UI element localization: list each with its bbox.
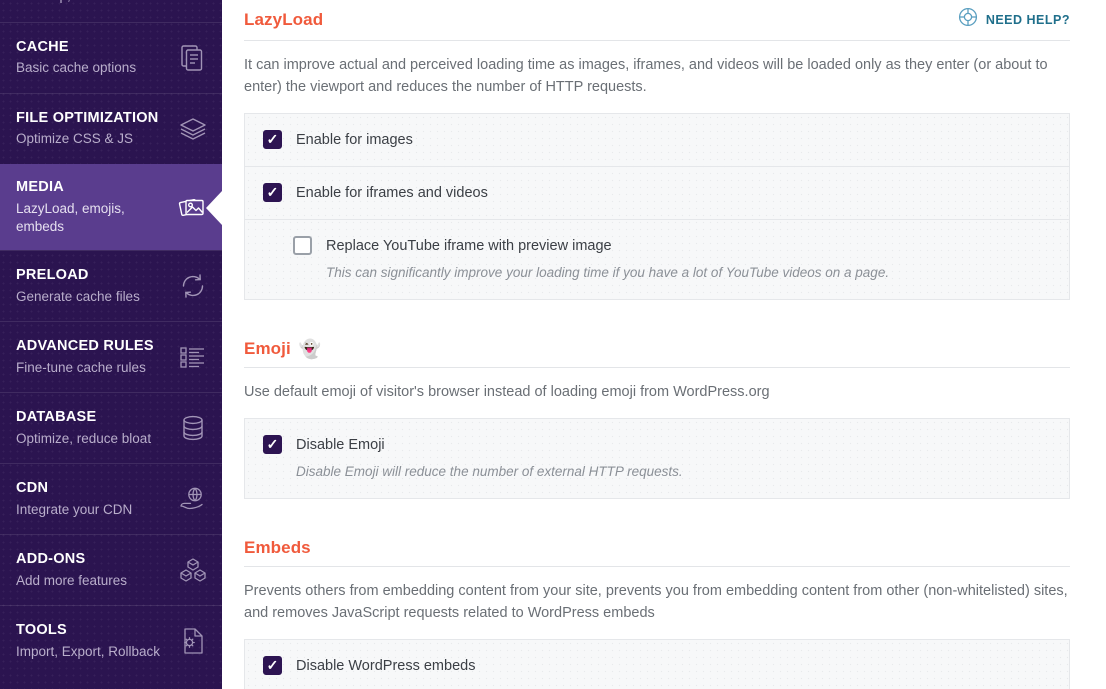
active-indicator-notch xyxy=(206,190,222,225)
gear-document-icon xyxy=(178,626,208,656)
section-title-emoji: Emoji xyxy=(244,339,291,359)
lifebuoy-icon xyxy=(958,7,978,32)
sidebar-item-subtitle: LazyLoad, emojis, embeds xyxy=(16,200,125,235)
option-enable-for-iframes-videos[interactable]: ✓ Enable for iframes and videos xyxy=(245,165,1069,219)
sidebar-item-advanced-rules[interactable]: ADVANCED RULES Fine-tune cache rules xyxy=(0,321,222,392)
sidebar-item-subtitle: Import, Export, Rollback xyxy=(16,643,161,659)
check-icon: ✓ xyxy=(266,436,279,452)
sidebar-item-title: PRELOAD xyxy=(16,267,89,284)
option-body: Replace YouTube iframe with preview imag… xyxy=(326,236,889,283)
option-disable-emoji[interactable]: ✓ Disable Emoji Disable Emoji will reduc… xyxy=(245,419,1069,498)
checkbox-disable-wordpress-embeds[interactable]: ✓ xyxy=(263,655,282,675)
photos-icon xyxy=(178,193,208,223)
embeds-options-panel: ✓ Disable WordPress embeds xyxy=(244,638,1070,689)
option-disable-wordpress-embeds[interactable]: ✓ Disable WordPress embeds xyxy=(245,640,1069,689)
cubes-icon xyxy=(178,555,208,585)
database-icon xyxy=(178,413,208,443)
sidebar-item-title: MEDIA xyxy=(16,179,64,195)
sidebar-item-cache[interactable]: CACHE Basic cache options xyxy=(0,22,222,93)
emoji-title-wrap: Emoji 👻 xyxy=(244,339,321,359)
sidebar-navigation: Get help, account info CACHE Basic cache… xyxy=(0,0,222,689)
sidebar-item-title: ADVANCED RULES xyxy=(16,338,154,355)
sidebar-item-subtitle: Fine-tune cache rules xyxy=(16,359,146,375)
option-label: Replace YouTube iframe with preview imag… xyxy=(326,237,612,254)
emoji-header: Emoji 👻 xyxy=(244,332,1070,359)
sidebar-item-cdn[interactable]: CDN Integrate your CDN xyxy=(0,463,222,534)
need-help-label: NEED HELP? xyxy=(985,12,1070,27)
document-icon xyxy=(178,43,208,73)
section-embeds: Embeds Prevents others from embedding co… xyxy=(244,531,1070,689)
sidebar-item-title: ADD-ONS xyxy=(16,551,86,568)
option-label: Disable WordPress embeds xyxy=(296,657,476,674)
checkbox-enable-for-iframes-videos[interactable]: ✓ xyxy=(263,182,282,202)
sidebar-item-tools[interactable]: TOOLS Import, Export, Rollback xyxy=(0,605,222,676)
layers-icon xyxy=(178,114,208,144)
checkbox-enable-for-images[interactable]: ✓ xyxy=(263,129,282,149)
sidebar-item-subtitle: Optimize, reduce bloat xyxy=(16,430,152,446)
emoji-options-panel: ✓ Disable Emoji Disable Emoji will reduc… xyxy=(244,417,1070,499)
ghost-emoji-icon: 👻 xyxy=(298,339,322,360)
sidebar-item-title: FILE OPTIMIZATION xyxy=(16,109,159,126)
option-replace-youtube-iframe[interactable]: ✓ Replace YouTube iframe with preview im… xyxy=(245,218,1069,299)
sidebar-item-subtitle: Basic cache options xyxy=(16,60,137,76)
option-body: Disable Emoji Disable Emoji will reduce … xyxy=(296,435,683,482)
sidebar-item-subtitle: Add more features xyxy=(16,572,128,588)
sidebar-item-title: CACHE xyxy=(16,38,69,55)
embeds-header: Embeds xyxy=(244,531,1070,558)
embeds-description: Prevents others from embedding content f… xyxy=(244,582,1068,622)
option-help-text: This can significantly improve your load… xyxy=(326,265,890,281)
page-title: LazyLoad xyxy=(244,9,324,29)
option-body: Enable for images xyxy=(296,130,413,150)
sidebar-item-database[interactable]: DATABASE Optimize, reduce bloat xyxy=(0,392,222,463)
sidebar-item-add-ons[interactable]: ADD-ONS Add more features xyxy=(0,534,222,605)
cdn-globe-hand-icon xyxy=(178,484,208,514)
option-label: Enable for iframes and videos xyxy=(296,184,488,201)
sidebar-item-preload[interactable]: PRELOAD Generate cache files xyxy=(0,250,222,321)
lazyload-options-panel: ✓ Enable for images ✓ Enable for iframes… xyxy=(244,112,1070,301)
lazyload-header: LazyLoad NEED HELP? xyxy=(244,0,1070,32)
option-label: Enable for images xyxy=(296,131,413,148)
option-help-text: Disable Emoji will reduce the number of … xyxy=(296,464,683,480)
sidebar-item-label: Get help, account info xyxy=(16,0,147,3)
lazyload-title-wrap: LazyLoad xyxy=(244,10,323,30)
check-icon: ✓ xyxy=(266,657,279,674)
sidebar-item-subtitle: Generate cache files xyxy=(16,288,140,304)
sidebar-item-file-optimization[interactable]: FILE OPTIMIZATION Optimize CSS & JS xyxy=(0,93,222,164)
settings-content: LazyLoad NEED HELP? It can improve actua… xyxy=(222,0,1106,689)
check-icon: ✓ xyxy=(266,131,279,148)
sidebar-item-title: TOOLS xyxy=(16,622,67,639)
sidebar-item-title: DATABASE xyxy=(16,409,97,426)
checkbox-replace-youtube-iframe[interactable]: ✓ xyxy=(293,235,312,255)
section-emoji: Emoji 👻 Use default emoji of visitor's b… xyxy=(244,332,1070,499)
section-lazyload: LazyLoad NEED HELP? It can improve actua… xyxy=(244,0,1070,301)
refresh-icon xyxy=(178,271,208,301)
option-body: Enable for iframes and videos xyxy=(296,183,488,203)
sidebar-item-subtitle: Integrate your CDN xyxy=(16,501,133,517)
embeds-title-wrap: Embeds xyxy=(244,538,311,558)
option-body: Disable WordPress embeds xyxy=(296,656,475,676)
section-title-embeds: Embeds xyxy=(244,537,311,557)
sidebar-item-media[interactable]: MEDIA LazyLoad, emojis, embeds xyxy=(0,164,222,251)
sidebar-item-help-cut[interactable]: Get help, account info xyxy=(0,0,222,22)
checkbox-disable-emoji[interactable]: ✓ xyxy=(263,434,282,454)
check-icon: ✓ xyxy=(266,184,279,201)
lazyload-description: It can improve actual and perceived load… xyxy=(244,57,1048,96)
sidebar-item-subtitle: Optimize CSS & JS xyxy=(16,131,134,147)
option-label: Disable Emoji xyxy=(296,436,385,453)
emoji-description: Use default emoji of visitor's browser i… xyxy=(244,384,770,401)
need-help-link[interactable]: NEED HELP? xyxy=(958,7,1070,32)
list-rules-icon xyxy=(178,342,208,372)
sidebar-item-title: CDN xyxy=(16,480,49,497)
wp-rocket-settings-page: Get help, account info CACHE Basic cache… xyxy=(0,0,1106,689)
option-enable-for-images[interactable]: ✓ Enable for images xyxy=(245,114,1069,166)
